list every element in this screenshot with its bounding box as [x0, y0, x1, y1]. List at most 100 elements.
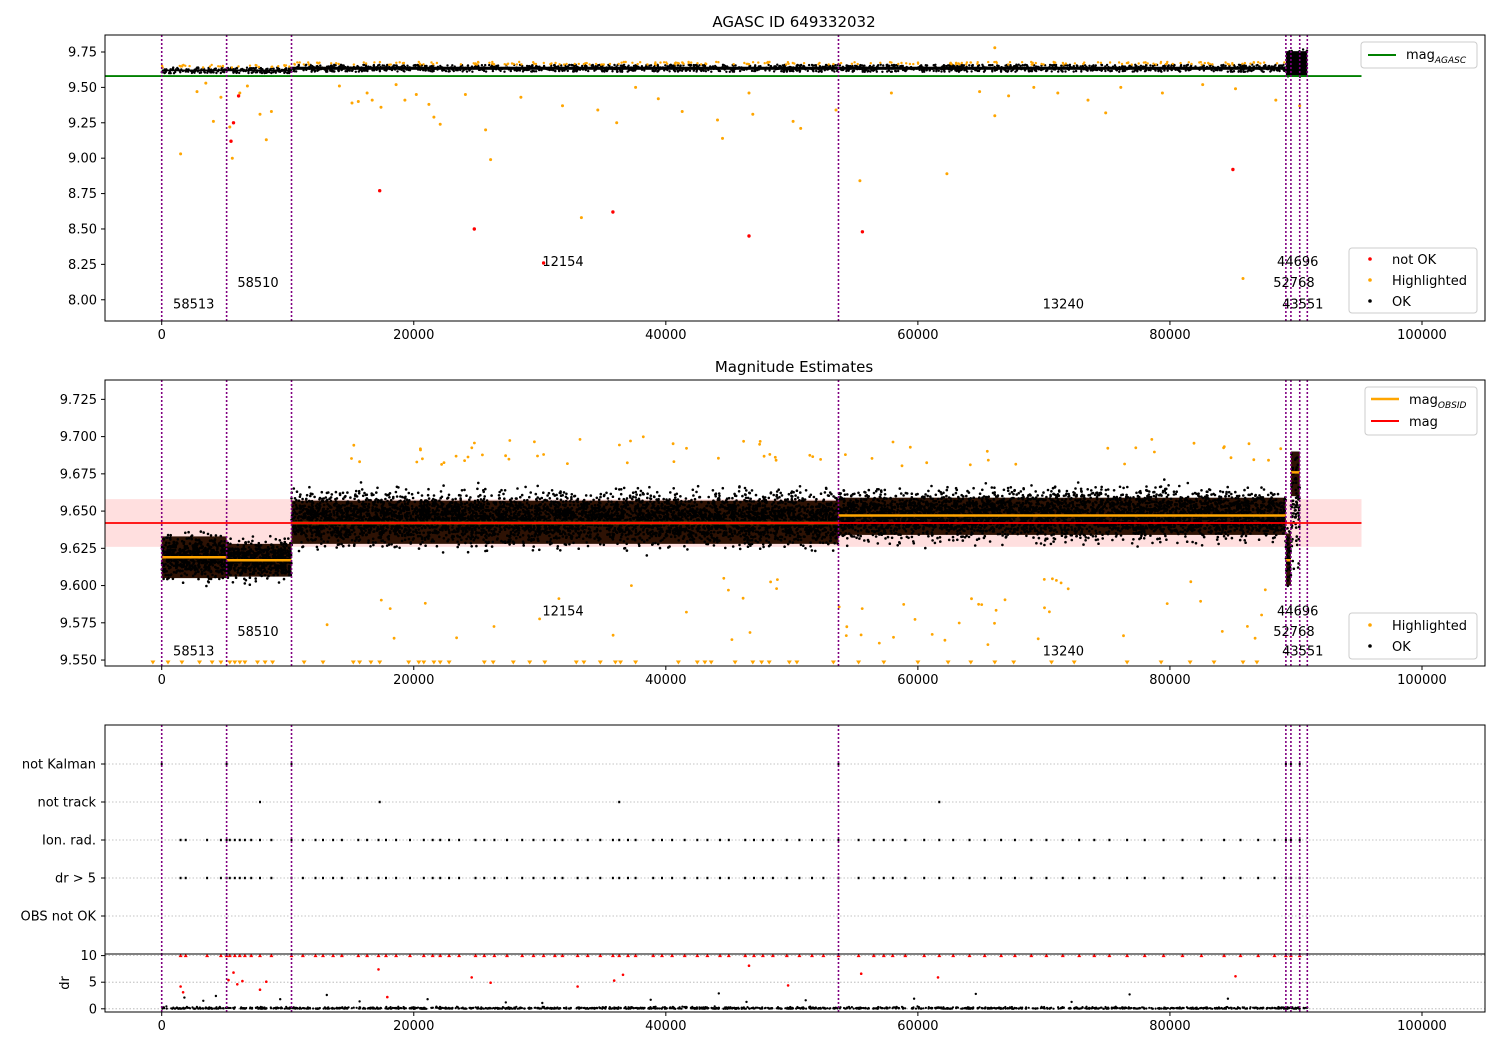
panel2-ok-point	[411, 507, 414, 511]
panel2-ok-point	[482, 490, 486, 494]
panel1-ok-point	[396, 70, 399, 73]
panel1-highlighted-point	[631, 61, 634, 64]
panel1-highlighted-point	[1187, 61, 1191, 64]
panel1-ok-point	[695, 70, 698, 73]
panel2-ok-point	[684, 497, 688, 500]
panel1-ok-point	[1138, 68, 1141, 71]
legend-highlighted-marker	[1368, 278, 1372, 282]
panel1-ok-point	[993, 69, 997, 72]
panel1-highlighted-point	[1159, 62, 1162, 65]
panel2-ok-point	[761, 499, 764, 503]
panel1-highlighted-point	[258, 112, 262, 116]
panel2-ok-point	[268, 565, 272, 568]
panel1-ok-point	[203, 71, 207, 74]
panel1-ok-point	[561, 69, 564, 73]
panel2-ok-point	[185, 537, 189, 540]
panel1-ok-point	[184, 70, 187, 73]
panel1-highlighted-point	[296, 61, 299, 64]
panel1-ok-point	[750, 69, 754, 73]
panel1-ok-point	[1027, 69, 1030, 72]
panel1-ok-point	[611, 70, 614, 73]
panel1-ok-point	[815, 69, 818, 73]
panel1-highlighted-point	[791, 119, 795, 123]
panel1-ok-point	[833, 70, 836, 73]
panel1-ok-point	[329, 64, 333, 67]
panel1-highlighted-point	[1096, 61, 1100, 64]
panel1-ok-point	[1229, 70, 1233, 73]
panel1-ok-point	[679, 64, 682, 67]
panel2-ok-point	[274, 566, 277, 569]
panel2-ok-point	[352, 517, 355, 520]
panel1-ok-point	[1237, 70, 1240, 73]
panel1-ok-point	[1073, 67, 1077, 70]
panel2-ok-point	[266, 562, 269, 566]
panel1-ok-point	[918, 68, 921, 72]
panel1-highlighted-point	[1274, 98, 1278, 102]
panel1-highlighted-point	[484, 128, 488, 132]
panel1-ok-point	[728, 70, 731, 74]
panel1-ok-point	[707, 68, 710, 72]
panel1-obs-label: 13240	[1043, 297, 1084, 312]
panel2-ok-point	[251, 535, 255, 538]
panel2-ok-point	[196, 553, 200, 556]
panel2-ok-point	[622, 497, 626, 501]
panel1-ok-point	[660, 67, 663, 70]
panel1-ok-point	[673, 66, 676, 70]
panel1-highlighted-point	[579, 216, 583, 220]
panel1-ok-point	[812, 70, 815, 73]
panel1-ok-point	[915, 67, 918, 70]
panel2-ok-point	[176, 569, 180, 572]
panel1-highlighted-point	[757, 61, 760, 64]
panel2-ok-point	[318, 498, 321, 501]
panel2-ok-point	[323, 544, 327, 548]
panel1-ok-point	[817, 70, 820, 73]
panel2-ok-point	[214, 574, 217, 578]
panel1-highlighted-point	[763, 62, 766, 65]
panel1-ok-point	[729, 67, 732, 70]
panel2-ok-point	[245, 561, 248, 565]
panel1-highlighted-point	[889, 91, 893, 95]
panel2-ok-point	[491, 513, 495, 517]
panel2-ok-point	[286, 570, 290, 574]
panel1-ok-point	[798, 69, 802, 73]
panel2-ok-point	[237, 566, 241, 570]
panel1-highlighted-point	[1243, 61, 1247, 65]
panel1-highlighted-point	[716, 118, 719, 122]
panel2-ok-point	[748, 524, 751, 528]
panel1-ok-point	[1282, 63, 1285, 66]
panel1-ok-point	[570, 63, 573, 67]
panel2-ok-point	[162, 537, 166, 541]
panel1-ok-point	[1021, 66, 1024, 70]
panel1-highlighted-point	[307, 61, 310, 64]
panel1-highlighted-point	[1007, 94, 1011, 98]
panel1-highlighted-point	[696, 62, 699, 65]
panel1-ok-point	[515, 66, 518, 69]
panel1-ok-point	[1202, 64, 1206, 67]
panel2-ok-point	[519, 495, 522, 499]
panel2-ok-point	[658, 494, 661, 498]
panel1-ok-point	[1296, 63, 1299, 67]
panel1-ok-point	[447, 67, 450, 71]
panel1-highlighted-point	[302, 63, 305, 66]
panel2-ok-point	[602, 543, 606, 547]
panel1-ok-point	[373, 69, 376, 72]
panel2-ok-point	[778, 495, 781, 499]
panel2-ok-point	[208, 539, 212, 542]
panel2-ok-point	[729, 538, 732, 541]
panel2-ok-point	[216, 548, 219, 551]
panel1-highlighted-point	[958, 63, 961, 66]
panel2-ok-point	[490, 530, 493, 533]
panel1-ok-point	[491, 68, 494, 71]
panel2-ok-point	[198, 565, 201, 568]
panel1-ok-point	[1141, 65, 1145, 68]
panel1-highlighted-point	[879, 61, 882, 64]
panel1-ok-point	[732, 69, 735, 72]
panel1-ytick-label: 9.00	[68, 152, 97, 167]
panel2-ok-point	[793, 507, 796, 511]
panel1-ok-point	[411, 67, 415, 70]
panel2-ok-point	[561, 500, 565, 503]
panel2-ok-point	[799, 543, 803, 547]
panel1-highlighted-point	[1241, 62, 1244, 65]
panel2-ok-point	[162, 569, 165, 572]
panel1-ok-point	[634, 68, 637, 71]
